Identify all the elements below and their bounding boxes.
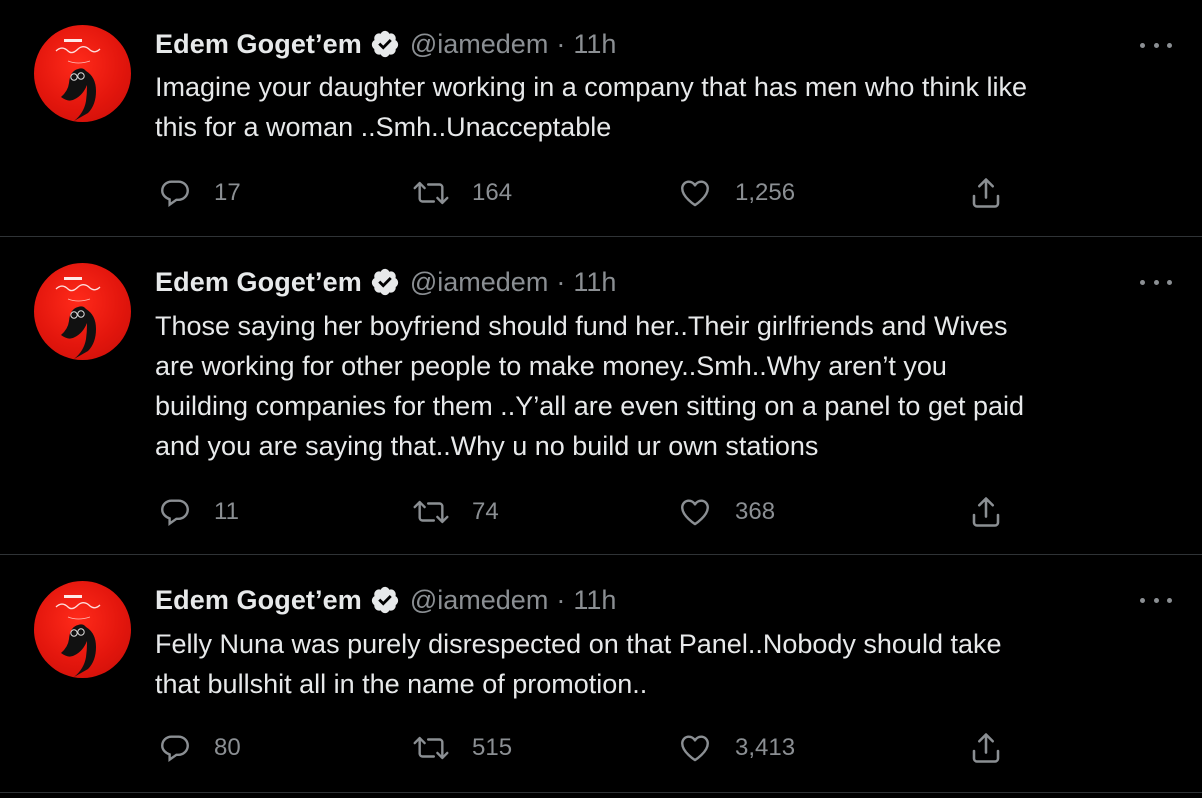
tweet[interactable]: Edem Goget’em @iamedem · 11h Felly Nuna … <box>0 555 1202 793</box>
reply-count: 17 <box>214 179 241 206</box>
like-button[interactable]: 1,256 <box>677 173 795 213</box>
reply-icon <box>161 735 189 762</box>
share-button[interactable] <box>968 728 1004 768</box>
avatar[interactable] <box>34 263 131 360</box>
handle[interactable]: @iamedem <box>410 267 548 298</box>
like-button[interactable]: 3,413 <box>677 728 795 768</box>
share-button[interactable] <box>968 173 1004 213</box>
heart-icon <box>681 499 709 526</box>
separator: · <box>556 266 566 297</box>
avatar-image <box>55 277 101 359</box>
like-count: 1,256 <box>735 179 796 206</box>
share-icon <box>972 733 1000 763</box>
retweet-count: 74 <box>472 498 499 525</box>
verified-badge-icon <box>370 585 400 615</box>
retweet-icon <box>413 736 449 760</box>
retweet-button[interactable]: 164 <box>412 173 512 213</box>
tweet-text: Those saying her boyfriend should fund h… <box>155 311 1025 461</box>
timestamp[interactable]: 11h <box>573 29 616 60</box>
tweet-actions: 17 164 1,256 <box>0 173 1202 213</box>
more-options-icon[interactable] <box>1140 275 1172 289</box>
timeline: Edem Goget’em @iamedem · 11h Imagine you… <box>0 0 1202 798</box>
tweet-text: Felly Nuna was purely disrespected on th… <box>155 629 1002 699</box>
tweet-header: Edem Goget’em @iamedem · 11h <box>155 265 616 299</box>
share-button[interactable] <box>968 492 1004 532</box>
tweet[interactable]: Edem Goget’em @iamedem · 11h Those sayin… <box>0 237 1202 555</box>
tweet-text: Imagine your daughter working in a compa… <box>155 72 1027 142</box>
handle[interactable]: @iamedem <box>410 29 548 60</box>
display-name[interactable]: Edem Goget’em <box>155 29 362 60</box>
avatar[interactable] <box>34 581 131 678</box>
retweet-count: 515 <box>472 734 513 761</box>
timestamp[interactable]: 11h <box>573 585 616 616</box>
timestamp[interactable]: 11h <box>573 267 616 298</box>
heart-icon <box>681 180 709 207</box>
retweet-button[interactable]: 515 <box>412 728 512 768</box>
reply-icon <box>161 180 189 207</box>
display-name[interactable]: Edem Goget’em <box>155 585 362 616</box>
display-name[interactable]: Edem Goget’em <box>155 267 362 298</box>
avatar[interactable] <box>34 25 131 122</box>
separator: · <box>556 28 566 59</box>
tweet-actions: 11 74 368 <box>0 492 1202 532</box>
more-options-icon[interactable] <box>1140 38 1172 52</box>
reply-button[interactable]: 17 <box>158 173 241 213</box>
like-count: 3,413 <box>735 734 796 761</box>
reply-icon <box>161 499 189 526</box>
share-icon <box>972 178 1000 208</box>
avatar-image <box>55 39 101 121</box>
retweet-icon <box>413 181 449 205</box>
separator: · <box>556 584 566 615</box>
like-button[interactable]: 368 <box>677 492 775 532</box>
retweet-button[interactable]: 74 <box>412 492 499 532</box>
verified-badge-icon <box>370 29 400 59</box>
tweet-header: Edem Goget’em @iamedem · 11h <box>155 27 616 61</box>
reply-count: 80 <box>214 734 241 761</box>
reply-count: 11 <box>214 498 239 525</box>
heart-icon <box>681 735 709 762</box>
handle[interactable]: @iamedem <box>410 585 548 616</box>
tweet[interactable]: Edem Goget’em @iamedem · 11h Imagine you… <box>0 0 1202 237</box>
share-icon <box>972 497 1000 527</box>
reply-button[interactable]: 80 <box>158 728 241 768</box>
avatar-image <box>55 595 101 677</box>
like-count: 368 <box>735 498 776 525</box>
reply-button[interactable]: 11 <box>158 492 239 532</box>
more-options-icon[interactable] <box>1140 593 1172 607</box>
tweet-actions: 80 515 3,413 <box>0 728 1202 768</box>
verified-badge-icon <box>370 267 400 297</box>
retweet-icon <box>413 500 449 524</box>
retweet-count: 164 <box>472 179 513 206</box>
tweet-header: Edem Goget’em @iamedem · 11h <box>155 583 616 617</box>
